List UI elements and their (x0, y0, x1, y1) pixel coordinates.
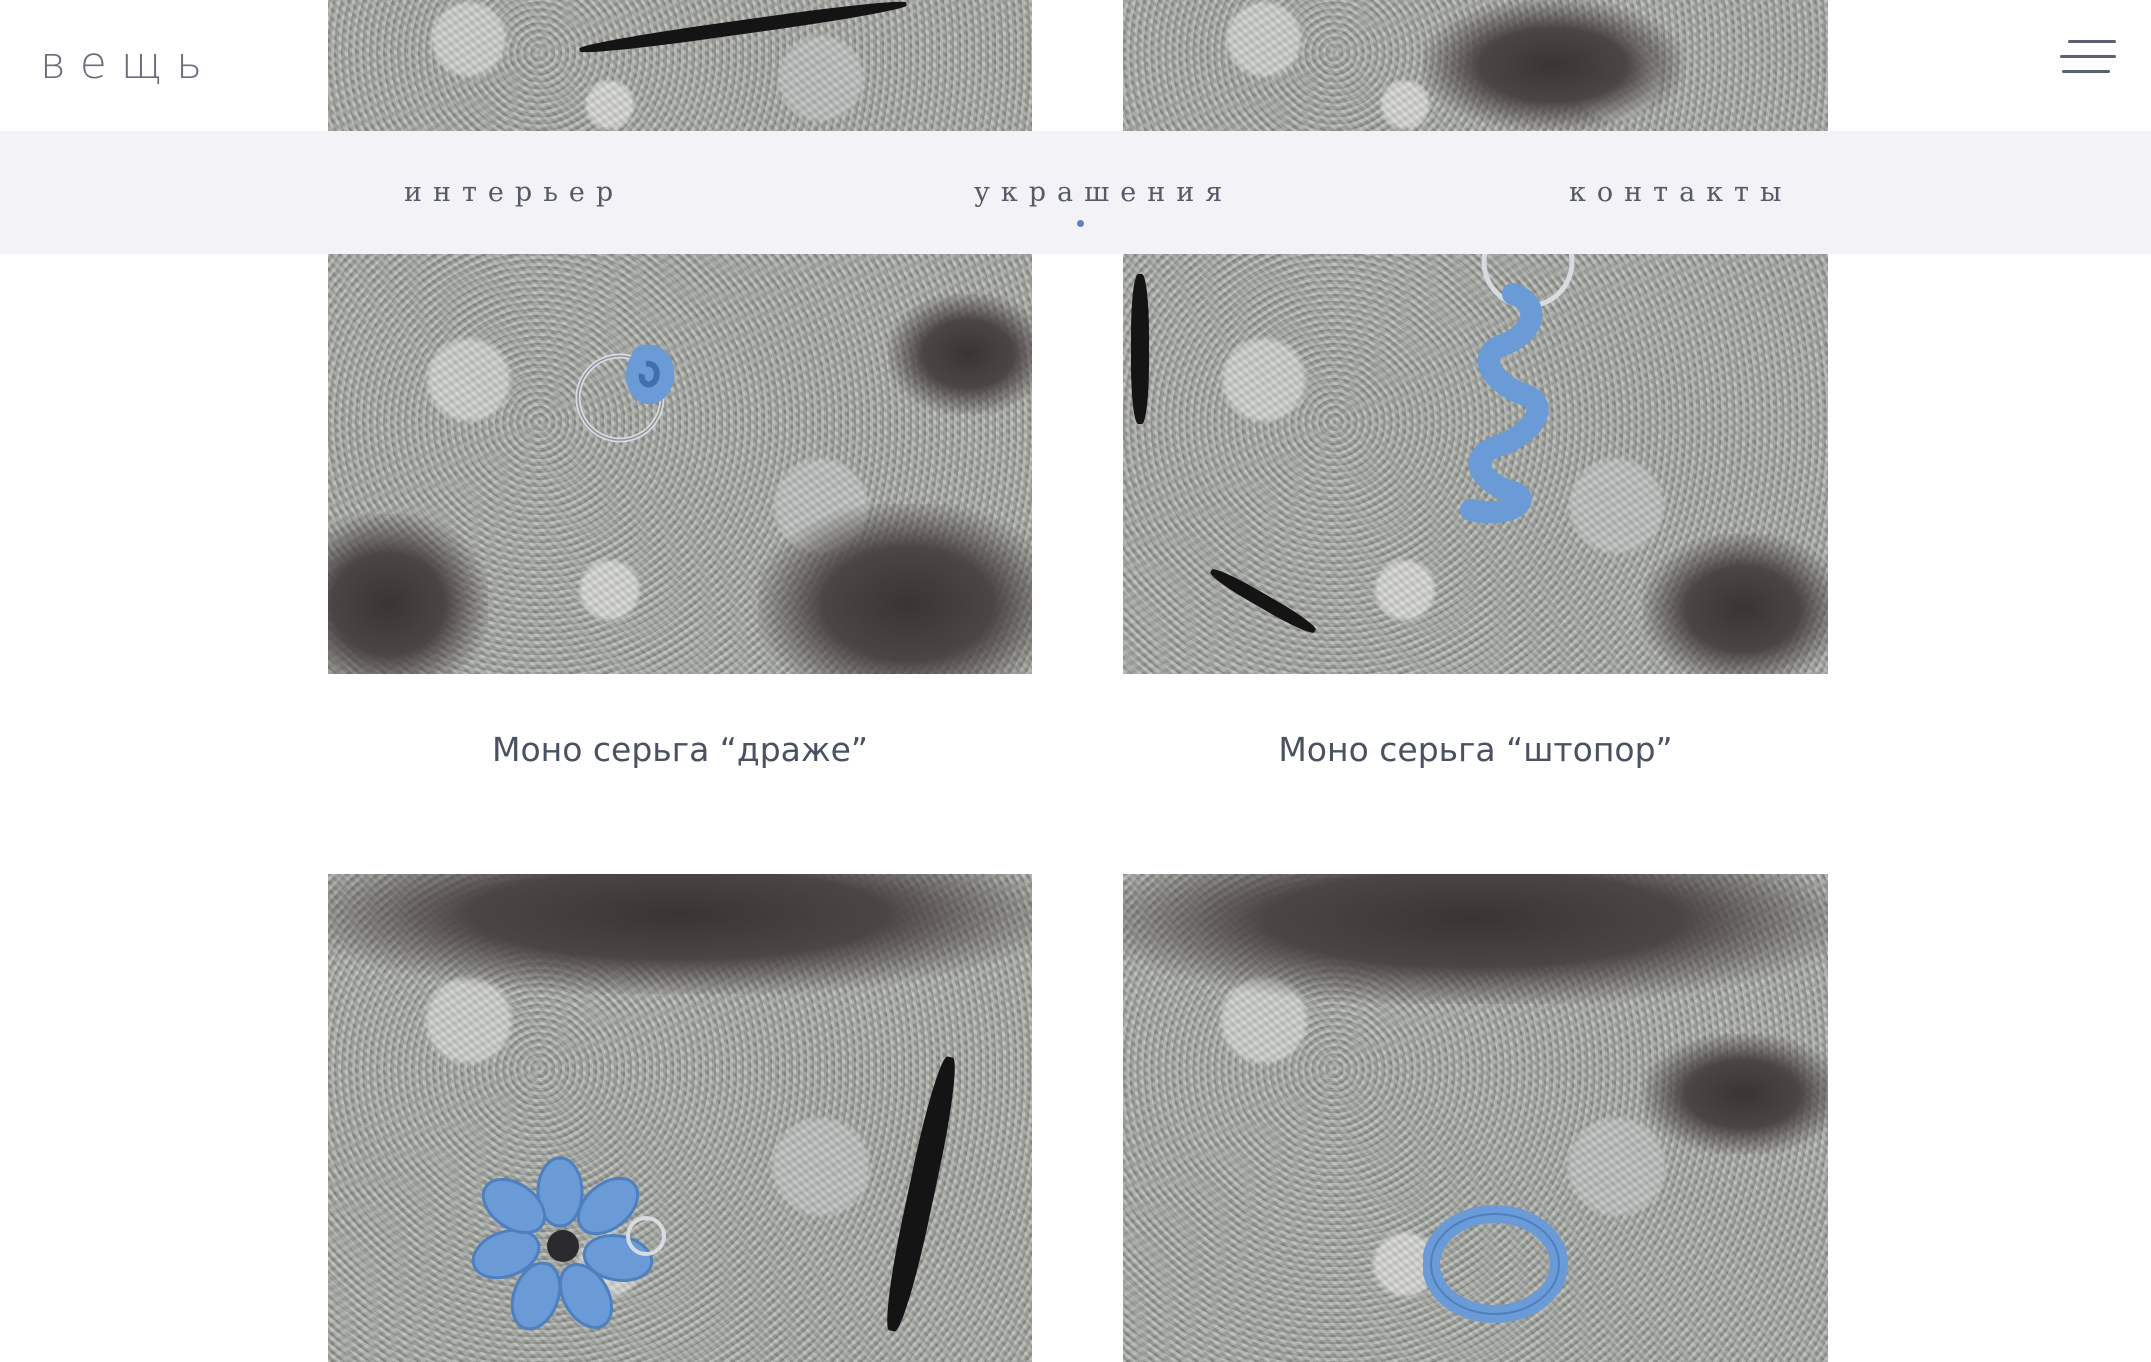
product-title-shtopor[interactable]: Моно серьга “штопор” (1123, 730, 1828, 769)
product-photo-ring[interactable] (1123, 874, 1828, 1362)
dragee-earring-image (575, 344, 675, 443)
ring-image (1423, 1205, 1568, 1323)
product-photo-flower[interactable] (328, 874, 1032, 1362)
nav-item-contacts[interactable]: контакты (1569, 177, 1792, 208)
product-photo-shtopor[interactable] (1123, 254, 1828, 674)
page: Моно серьга “драже” Моно серьга “штопор” (0, 0, 2151, 1362)
site-logo[interactable]: вещь (40, 38, 216, 89)
nav-item-interior[interactable]: интерьер (404, 177, 624, 208)
product-photo-top-right-partial[interactable] (1123, 0, 1828, 131)
product-title-dragee[interactable]: Моно серьга “драже” (328, 730, 1032, 769)
product-photo-dragee[interactable] (328, 254, 1032, 674)
hamburger-menu-icon[interactable] (2060, 36, 2116, 78)
main-navigation: интерьер украшения контакты (0, 131, 2151, 254)
nav-item-jewelry[interactable]: украшения (974, 177, 1233, 208)
flower-earring-image (471, 1156, 666, 1331)
nav-active-indicator (1077, 220, 1084, 227)
product-photo-top-left-partial[interactable] (328, 0, 1032, 131)
shtopor-earring-image (1460, 254, 1575, 524)
